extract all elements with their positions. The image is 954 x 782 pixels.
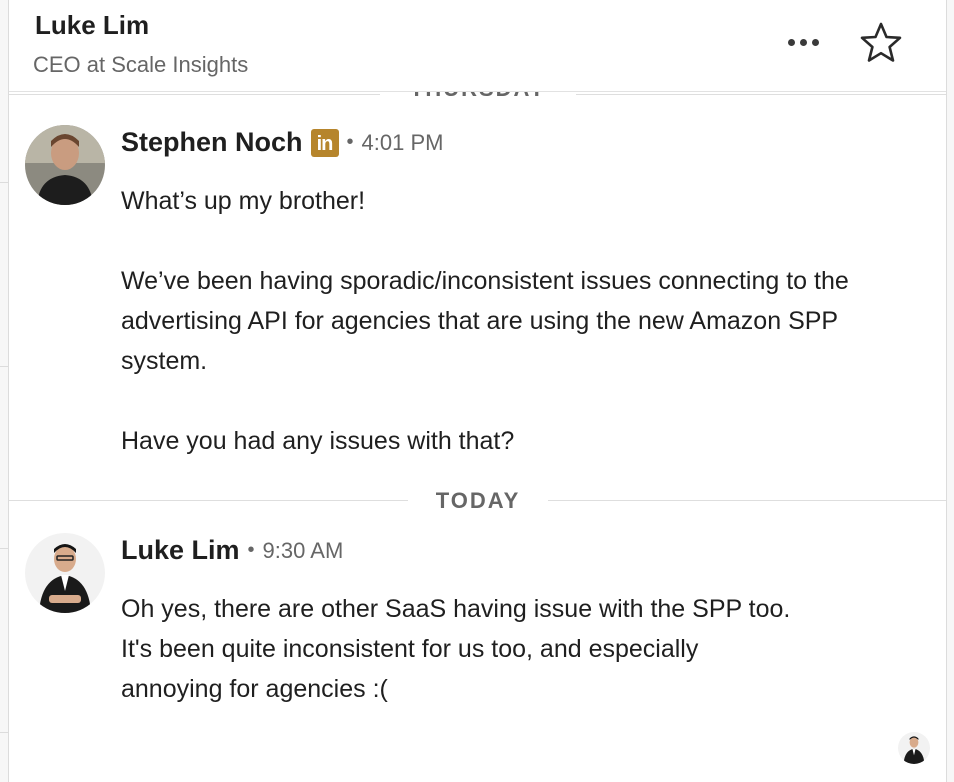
star-outline-icon: [860, 22, 902, 62]
more-horizontal-icon: [811, 38, 819, 46]
date-divider-label: THURSDAY: [380, 92, 576, 102]
message-paragraph: Have you had any issues with that?: [121, 427, 515, 455]
message-body: What’s up my brother! We’ve been having …: [121, 181, 881, 461]
sender-name[interactable]: Luke Lim: [121, 535, 240, 566]
contact-headline: CEO at Scale Insights: [33, 52, 249, 77]
avatar-photo-stephen: [25, 125, 105, 205]
right-panel-edge: [946, 0, 954, 782]
linkedin-premium-icon: in: [310, 128, 339, 157]
more-horizontal-icon: [787, 38, 795, 46]
avatar[interactable]: [25, 125, 105, 205]
message-body: Oh yes, there are other SaaS having issu…: [121, 589, 791, 709]
message-time: 9:30 AM: [262, 537, 344, 563]
left-panel-divider: [0, 182, 9, 183]
avatar[interactable]: [25, 533, 105, 613]
more-horizontal-icon: [799, 38, 807, 46]
message-time: 4:01 PM: [361, 129, 444, 155]
conversation-header: Luke Lim CEO at Scale Insights: [9, 0, 946, 92]
message-header: Luke Lim • 9:30 AM: [121, 535, 343, 566]
contact-name[interactable]: Luke Lim: [35, 10, 149, 41]
message-paragraph: Oh yes, there are other SaaS having issu…: [121, 595, 791, 703]
message-paragraph: What’s up my brother!: [121, 187, 366, 215]
date-divider-thursday: THURSDAY: [380, 92, 576, 106]
separator-dot: •: [247, 539, 255, 561]
message-paragraph: We’ve been having sporadic/inconsistent …: [121, 267, 849, 375]
more-options-button[interactable]: [781, 28, 825, 56]
separator-dot: •: [346, 131, 354, 153]
message-header: Stephen Noch in • 4:01 PM: [121, 127, 443, 158]
avatar-photo-luke: [25, 533, 105, 613]
left-panel-divider: [0, 548, 9, 549]
left-panel-edge: [0, 0, 9, 782]
date-divider-today: TODAY: [408, 487, 548, 515]
read-receipt-photo: [898, 732, 930, 764]
sender-name[interactable]: Stephen Noch: [121, 127, 303, 158]
star-button[interactable]: [857, 20, 905, 66]
left-panel-divider: [0, 366, 9, 367]
read-receipt-avatar: [898, 732, 930, 764]
left-panel-divider: [0, 732, 9, 733]
